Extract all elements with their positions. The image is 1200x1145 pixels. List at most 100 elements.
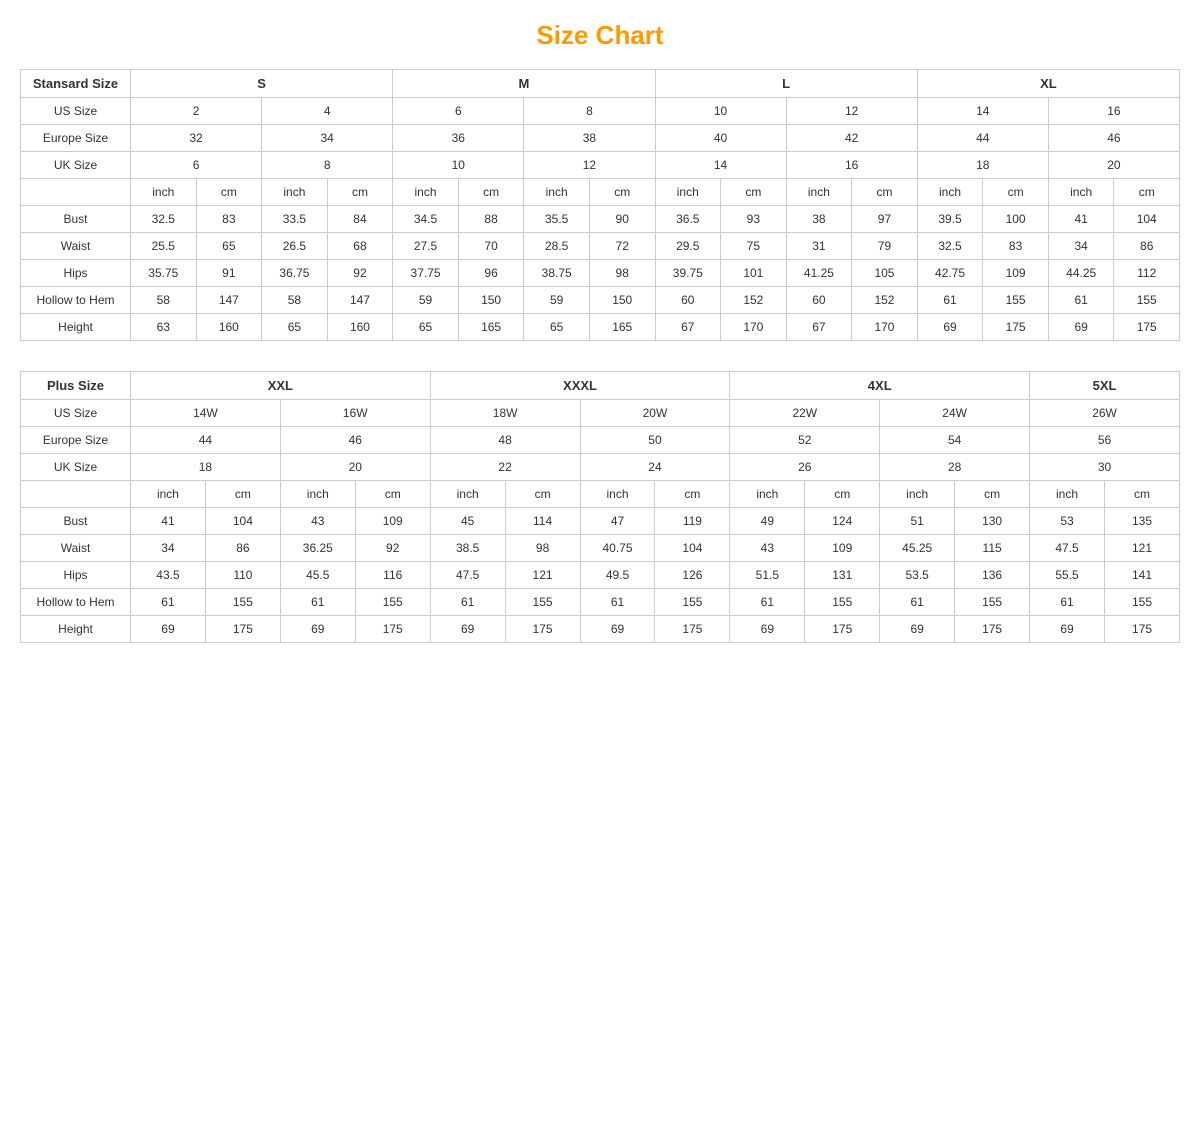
- bust-label-2: Bust: [21, 508, 131, 535]
- unit-9: cm: [721, 179, 787, 206]
- page-title: Size Chart: [20, 20, 1180, 51]
- bust-12: 39.5: [917, 206, 983, 233]
- unit-1: cm: [196, 179, 262, 206]
- unit-13: cm: [983, 179, 1049, 206]
- unit-2: inch: [262, 179, 328, 206]
- us-14w: 14W: [131, 400, 281, 427]
- plus-size-label: Plus Size: [21, 372, 131, 400]
- uk-18: 18: [917, 152, 1048, 179]
- eu-46: 46: [1048, 125, 1179, 152]
- uk-20: 20: [1048, 152, 1179, 179]
- unit-7: cm: [589, 179, 655, 206]
- unit-4: inch: [393, 179, 459, 206]
- hips-label-1: Hips: [21, 260, 131, 287]
- group-s: S: [131, 70, 393, 98]
- unit-6: inch: [524, 179, 590, 206]
- hollow-to-hem-label-2: Hollow to Hem: [21, 589, 131, 616]
- us-size-label-2: US Size: [21, 400, 131, 427]
- standard-size-header-row: Stansard Size S M L XL: [21, 70, 1180, 98]
- bust-10: 38: [786, 206, 852, 233]
- us-size-row-1: US Size 2 4 6 8 10 12 14 16: [21, 98, 1180, 125]
- eu-44: 44: [917, 125, 1048, 152]
- hips-label-2: Hips: [21, 562, 131, 589]
- waist-row-1: Waist 25.5 65 26.5 68 27.5 70 28.5 72 29…: [21, 233, 1180, 260]
- bust-5: 88: [458, 206, 524, 233]
- eu-40: 40: [655, 125, 786, 152]
- uk-size-row-1: UK Size 6 8 10 12 14 16 18 20: [21, 152, 1180, 179]
- height-label-1: Height: [21, 314, 131, 341]
- waist-label-1: Waist: [21, 233, 131, 260]
- height-label-2: Height: [21, 616, 131, 643]
- us-6: 6: [393, 98, 524, 125]
- bust-11: 97: [852, 206, 918, 233]
- uk-16: 16: [786, 152, 917, 179]
- europe-size-row-1: Europe Size 32 34 36 38 40 42 44 46: [21, 125, 1180, 152]
- eu-42: 42: [786, 125, 917, 152]
- hollow-to-hem-row-1: Hollow to Hem 58 147 58 147 59 150 59 15…: [21, 287, 1180, 314]
- hips-row-1: Hips 35.75 91 36.75 92 37.75 96 38.75 98…: [21, 260, 1180, 287]
- eu-36: 36: [393, 125, 524, 152]
- unit-5: cm: [458, 179, 524, 206]
- waist-label-2: Waist: [21, 535, 131, 562]
- hollow-to-hem-row-2: Hollow to Hem 61 155 61 155 61 155 61 15…: [21, 589, 1180, 616]
- bust-0: 32.5: [131, 206, 197, 233]
- unit-12: inch: [917, 179, 983, 206]
- bust-row-1: Bust 32.5 83 33.5 84 34.5 88 35.5 90 36.…: [21, 206, 1180, 233]
- us-24w: 24W: [880, 400, 1030, 427]
- us-22w: 22W: [730, 400, 880, 427]
- us-18w: 18W: [430, 400, 580, 427]
- group-m: M: [393, 70, 655, 98]
- uk-8: 8: [262, 152, 393, 179]
- bust-2: 33.5: [262, 206, 328, 233]
- group-xl: XL: [917, 70, 1179, 98]
- plus-size-table: Plus Size XXL XXXL 4XL 5XL US Size 14W 1…: [20, 371, 1180, 643]
- bust-3: 84: [327, 206, 393, 233]
- us-10: 10: [655, 98, 786, 125]
- us-14: 14: [917, 98, 1048, 125]
- unit-8: inch: [655, 179, 721, 206]
- group-xxl: XXL: [131, 372, 431, 400]
- unit-0: inch: [131, 179, 197, 206]
- us-16: 16: [1048, 98, 1179, 125]
- uk-10: 10: [393, 152, 524, 179]
- units-row-1: inch cm inch cm inch cm inch cm inch cm …: [21, 179, 1180, 206]
- europe-size-label-2: Europe Size: [21, 427, 131, 454]
- eu-38: 38: [524, 125, 655, 152]
- eu-32: 32: [131, 125, 262, 152]
- unit-11: cm: [852, 179, 918, 206]
- uk-size-label-1: UK Size: [21, 152, 131, 179]
- height-row-2: Height 69 175 69 175 69 175 69 175 69 17…: [21, 616, 1180, 643]
- us-8: 8: [524, 98, 655, 125]
- bust-6: 35.5: [524, 206, 590, 233]
- uk-12: 12: [524, 152, 655, 179]
- europe-size-label-1: Europe Size: [21, 125, 131, 152]
- uk-size-row-2: UK Size 18 20 22 24 26 28 30: [21, 454, 1180, 481]
- bust-row-2: Bust 41 104 43 109 45 114 47 119 49 124 …: [21, 508, 1180, 535]
- standard-size-label: Stansard Size: [21, 70, 131, 98]
- bust-14: 41: [1048, 206, 1114, 233]
- group-5xl: 5XL: [1030, 372, 1180, 400]
- unit-10: inch: [786, 179, 852, 206]
- hollow-to-hem-label-1: Hollow to Hem: [21, 287, 131, 314]
- us-26w: 26W: [1030, 400, 1180, 427]
- waist-row-2: Waist 34 86 36.25 92 38.5 98 40.75 104 4…: [21, 535, 1180, 562]
- plus-size-header-row: Plus Size XXL XXXL 4XL 5XL: [21, 372, 1180, 400]
- bust-13: 100: [983, 206, 1049, 233]
- uk-size-label-2: UK Size: [21, 454, 131, 481]
- group-4xl: 4XL: [730, 372, 1030, 400]
- unit-14: inch: [1048, 179, 1114, 206]
- units-row-2: inch cm inch cm inch cm inch cm inch cm …: [21, 481, 1180, 508]
- uk-14: 14: [655, 152, 786, 179]
- standard-size-table: Stansard Size S M L XL US Size 2 4 6 8 1…: [20, 69, 1180, 341]
- unit-15: cm: [1114, 179, 1180, 206]
- unit-3: cm: [327, 179, 393, 206]
- bust-15: 104: [1114, 206, 1180, 233]
- us-size-label-1: US Size: [21, 98, 131, 125]
- europe-size-row-2: Europe Size 44 46 48 50 52 54 56: [21, 427, 1180, 454]
- uk-6: 6: [131, 152, 262, 179]
- us-20w: 20W: [580, 400, 730, 427]
- us-16w: 16W: [280, 400, 430, 427]
- eu-34: 34: [262, 125, 393, 152]
- us-4: 4: [262, 98, 393, 125]
- group-l: L: [655, 70, 917, 98]
